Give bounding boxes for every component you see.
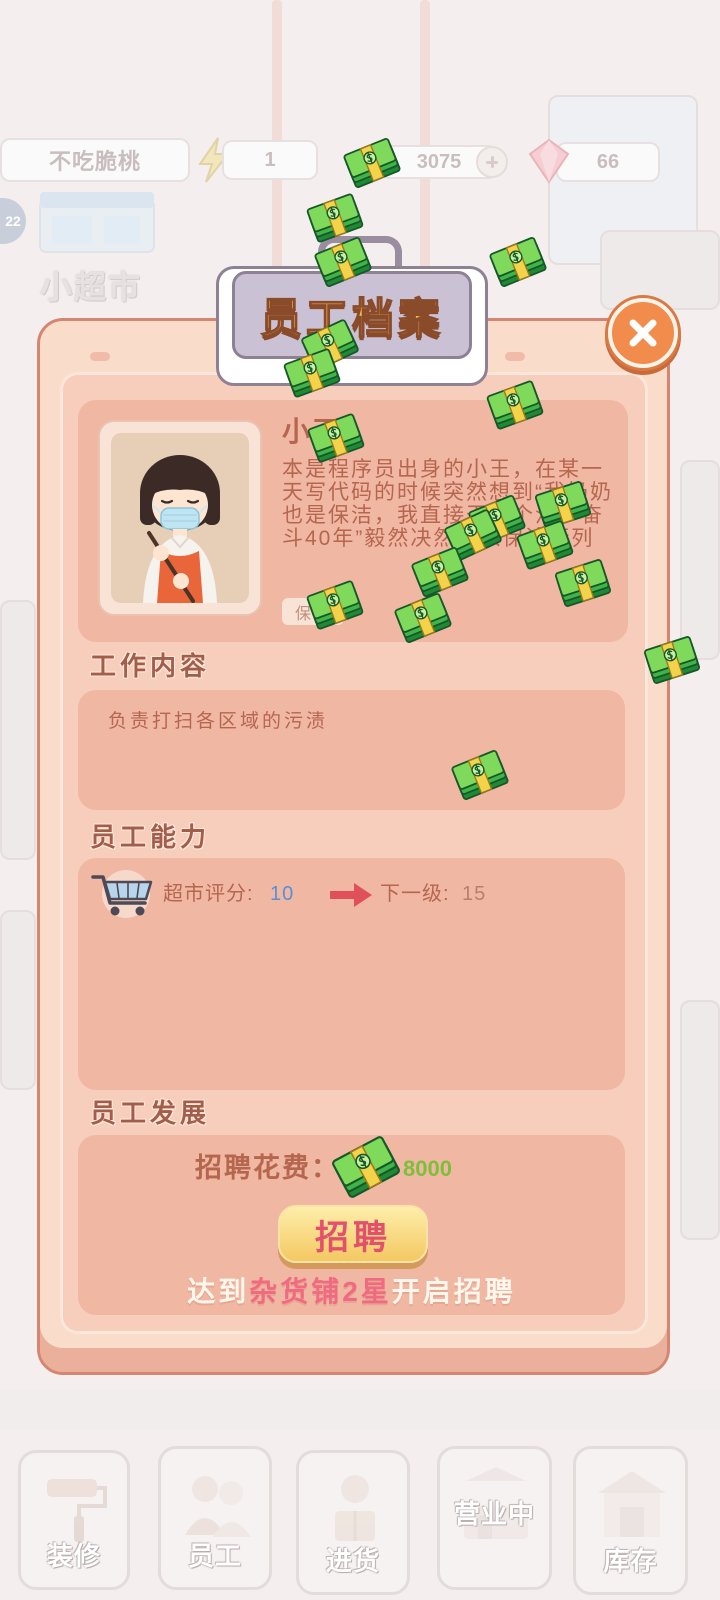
nav-business-status-button[interactable]: 营业中 (437, 1446, 552, 1590)
work-description: 负责打扫各区域的污渍 (108, 711, 329, 732)
player-name: 不吃脆桃 (48, 149, 141, 174)
decor-shelf (680, 1000, 720, 1240)
restock-icon (335, 1475, 375, 1541)
gem-icon (528, 138, 570, 184)
rating-value: 10 (270, 883, 295, 905)
decor-shelf (600, 230, 720, 310)
warehouse-icon (598, 1471, 666, 1537)
nav-staff-button[interactable]: 员工 (158, 1446, 272, 1590)
energy-pill: 1 (222, 140, 318, 180)
coins-value: 3075 (416, 150, 462, 173)
nav-label: 库存 (603, 1546, 658, 1576)
hire-button[interactable]: 招聘 (278, 1205, 428, 1263)
level-badge[interactable]: 22 (0, 198, 26, 244)
requirement-suffix: 开启招聘 (391, 1276, 516, 1307)
nav-inventory-button[interactable]: 库存 (573, 1446, 688, 1595)
development-heading: 员工发展 (90, 1098, 211, 1128)
decor-floor (0, 1390, 720, 1430)
frame-dot (90, 352, 110, 361)
nav-label: 员工 (187, 1541, 242, 1571)
shopping-cart-icon (91, 870, 153, 918)
player-name-pill[interactable]: 不吃脆桃 (0, 138, 190, 182)
store-name: 小超市 (40, 269, 143, 305)
nav-restock-button[interactable]: 进货 (296, 1450, 410, 1595)
hire-cost-label: 招聘花费： (195, 1153, 340, 1183)
requirement-highlight: 杂货铺2星 (249, 1276, 392, 1307)
close-button[interactable] (608, 298, 678, 368)
frame-dot (505, 352, 525, 361)
work-heading: 工作内容 (90, 651, 211, 681)
plus-icon[interactable] (476, 146, 508, 178)
decor-shelf (0, 910, 36, 1090)
next-level-label: 下一级: (380, 883, 450, 905)
staff-icon (185, 1476, 251, 1537)
close-icon (629, 319, 657, 347)
next-level-value: 15 (462, 883, 487, 905)
nav-label: 装修 (46, 1541, 101, 1571)
hire-cost-value: 8000 (403, 1156, 452, 1181)
decor-shelf (0, 600, 36, 860)
shop-icon[interactable] (34, 186, 160, 258)
rating-label: 超市评分: (163, 883, 254, 905)
paint-roller-icon (47, 1479, 107, 1542)
ability-heading: 员工能力 (90, 822, 211, 852)
decor-shelf (680, 460, 720, 660)
gems-value: 66 (596, 150, 620, 173)
requirement-prefix: 达到 (187, 1276, 250, 1307)
nav-decorate-button[interactable]: 装修 (18, 1450, 130, 1590)
arrow-right-icon (330, 883, 372, 907)
hire-requirement: 达到杂货铺2星开启招聘 (78, 1274, 625, 1310)
nav-label: 进货 (325, 1546, 380, 1576)
energy-value: 1 (264, 148, 276, 171)
employee-avatar (140, 455, 220, 603)
level-value: 22 (5, 213, 21, 229)
employee-portrait (111, 433, 249, 603)
nav-label: 营业中 (453, 1499, 535, 1529)
